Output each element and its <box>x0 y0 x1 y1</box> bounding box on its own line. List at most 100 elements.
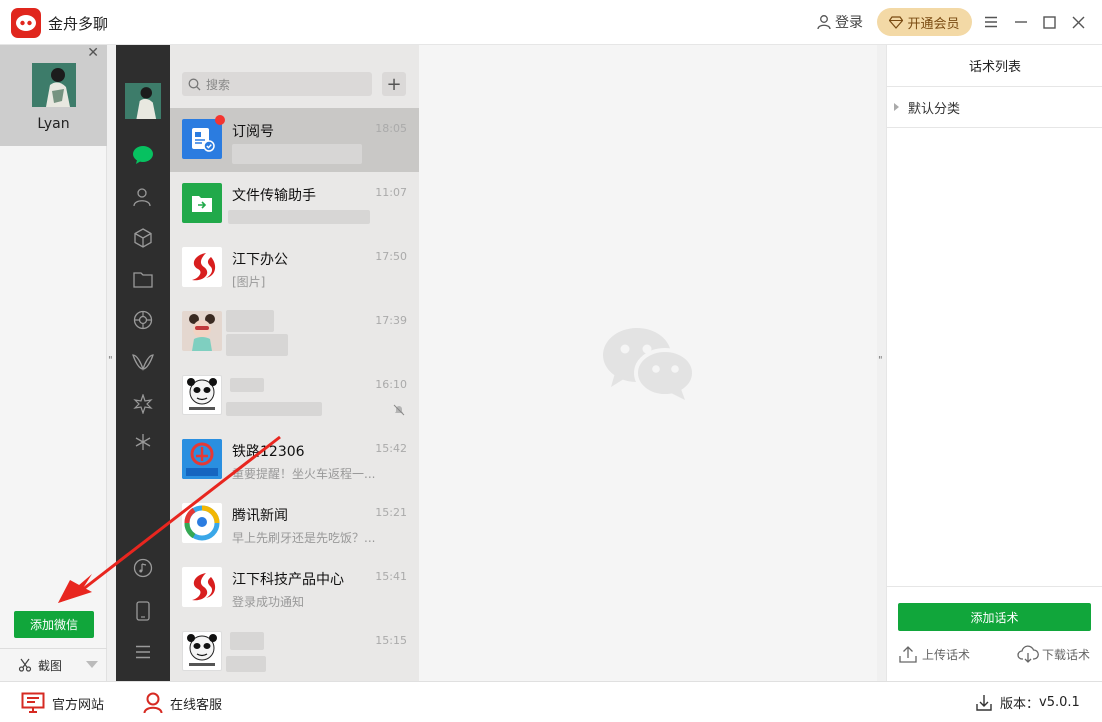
scissors-icon <box>18 658 32 672</box>
minimize-icon <box>1015 21 1027 23</box>
right-splitter[interactable]: " <box>877 45 886 681</box>
add-script-button[interactable]: 添加话术 <box>898 603 1091 631</box>
login-label: 登录 <box>835 15 863 31</box>
cloud-download-icon <box>1017 645 1039 663</box>
wechat-avatar[interactable] <box>125 83 161 119</box>
moments-icon[interactable] <box>132 309 154 331</box>
download-icon <box>976 694 992 711</box>
folder-icon[interactable] <box>132 268 154 290</box>
version-label: 版本： <box>1000 697 1040 712</box>
mini-program-icon[interactable] <box>132 431 154 453</box>
file-transfer-icon <box>182 183 222 223</box>
chat-preview: 登录成功通知 <box>232 595 305 609</box>
scripts-panel-title: 话术列表 <box>887 45 1102 87</box>
chat-time: 15:42 <box>375 442 407 455</box>
blurred-preview <box>226 334 288 356</box>
close-icon <box>1072 16 1084 28</box>
dropdown-arrow-icon[interactable] <box>86 661 98 668</box>
blurred-preview <box>228 210 370 224</box>
chat-main-area <box>419 45 877 681</box>
account-avatar <box>32 63 76 107</box>
monitor-icon <box>21 692 45 713</box>
search-icon <box>188 78 201 90</box>
login-button[interactable]: 登录 <box>816 12 863 32</box>
tencent-news-icon <box>182 503 222 543</box>
blurred-name <box>230 378 264 392</box>
maximize-button[interactable] <box>1039 12 1059 32</box>
panda-meme-avatar <box>182 631 222 671</box>
website-label: 官方网站 <box>52 697 105 713</box>
title-bar: 金舟多聊 登录 开通会员 <box>0 0 1102 45</box>
add-wechat-button[interactable]: 添加微信 <box>14 611 94 638</box>
phone-icon[interactable] <box>132 600 154 622</box>
close-button[interactable] <box>1068 12 1088 32</box>
online-service-link[interactable]: 在线客服 <box>143 692 222 714</box>
search-discover-icon[interactable] <box>132 393 154 415</box>
account-close-icon[interactable]: ✕ <box>87 45 99 61</box>
blurred-name <box>230 632 264 650</box>
chat-name: 文件传输助手 <box>232 188 316 204</box>
jiangxia-logo-icon <box>182 247 222 287</box>
chat-item[interactable]: 17:39 <box>170 300 419 364</box>
minimize-button[interactable] <box>1011 12 1031 32</box>
left-splitter[interactable]: " <box>107 45 116 681</box>
chat-time: 15:15 <box>375 634 407 647</box>
chat-list: 搜索 + 订阅号 18:05 文件传输助手 11:07 江下办公 17:50 [… <box>170 45 419 681</box>
account-column: ✕ Lyan 添加微信 截图 <box>0 45 107 681</box>
account-name: Lyan <box>37 116 70 132</box>
search-input[interactable]: 搜索 <box>182 72 372 96</box>
more-menu-icon[interactable] <box>132 641 154 663</box>
chat-time: 15:41 <box>375 570 407 583</box>
chat-item[interactable]: 文件传输助手 11:07 <box>170 172 419 236</box>
vip-button[interactable]: 开通会员 <box>877 8 972 36</box>
blurred-preview <box>232 144 362 164</box>
chat-item[interactable]: 15:15 <box>170 620 419 681</box>
chat-item[interactable]: 江下办公 17:50 [图片] <box>170 236 419 300</box>
account-card[interactable]: ✕ Lyan <box>0 45 107 146</box>
music-icon[interactable] <box>132 557 154 579</box>
upload-script-button[interactable]: 上传话术 <box>898 645 970 663</box>
chat-preview: [图片] <box>232 275 266 289</box>
chat-item[interactable]: 江下科技产品中心 15:41 登录成功通知 <box>170 556 419 620</box>
chat-time: 17:39 <box>375 314 407 327</box>
railway-logo-icon <box>182 439 222 479</box>
chat-name: 订阅号 <box>232 124 274 140</box>
search-placeholder: 搜索 <box>206 77 231 92</box>
subscription-icon <box>182 119 222 159</box>
chat-preview: 早上先刷牙还是先吃饭？... <box>232 531 376 545</box>
unread-badge <box>215 115 225 125</box>
chat-item[interactable]: 腾讯新闻 15:21 早上先刷牙还是先吃饭？... <box>170 492 419 556</box>
chat-time: 18:05 <box>375 122 407 135</box>
chat-preview: 重要提醒！坐火车返程一... <box>232 467 376 481</box>
wechat-sidebar <box>116 45 170 681</box>
version-info[interactable]: 版本： v5.0.1 <box>975 693 1080 712</box>
chat-item[interactable]: 订阅号 18:05 <box>170 108 419 172</box>
menu-button[interactable] <box>981 12 1001 32</box>
contact-avatar <box>182 311 222 351</box>
download-script-button[interactable]: 下载话术 <box>1017 645 1090 663</box>
wechat-logo-icon <box>603 328 696 400</box>
chat-time: 11:07 <box>375 186 407 199</box>
screenshot-button[interactable]: 截图 <box>0 648 107 681</box>
scripts-actions: 添加话术 上传话术 下载话术 <box>887 586 1102 681</box>
add-chat-button[interactable]: + <box>382 72 406 96</box>
chat-time: 15:21 <box>375 506 407 519</box>
chat-item[interactable]: 铁路12306 15:42 重要提醒！坐火车返程一... <box>170 428 419 492</box>
chat-item[interactable]: 16:10 <box>170 364 419 428</box>
channels-icon[interactable] <box>132 351 154 373</box>
vip-label: 开通会员 <box>907 16 960 32</box>
chat-name: 铁路12306 <box>232 444 305 460</box>
chat-name: 江下科技产品中心 <box>232 572 344 588</box>
chat-time: 17:50 <box>375 250 407 263</box>
upload-icon <box>899 646 917 663</box>
chat-bubble-icon[interactable] <box>132 144 154 166</box>
screenshot-label: 截图 <box>38 658 63 673</box>
cube-icon[interactable] <box>132 227 154 249</box>
contacts-icon[interactable] <box>132 186 154 208</box>
version-value: v5.0.1 <box>1039 695 1080 710</box>
app-title: 金舟多聊 <box>48 15 109 33</box>
category-item[interactable]: 默认分类 <box>887 87 1102 128</box>
official-website-link[interactable]: 官方网站 <box>21 692 104 714</box>
status-bar: 官方网站 在线客服 版本： v5.0.1 <box>0 681 1102 722</box>
upload-label: 上传话术 <box>922 647 971 662</box>
